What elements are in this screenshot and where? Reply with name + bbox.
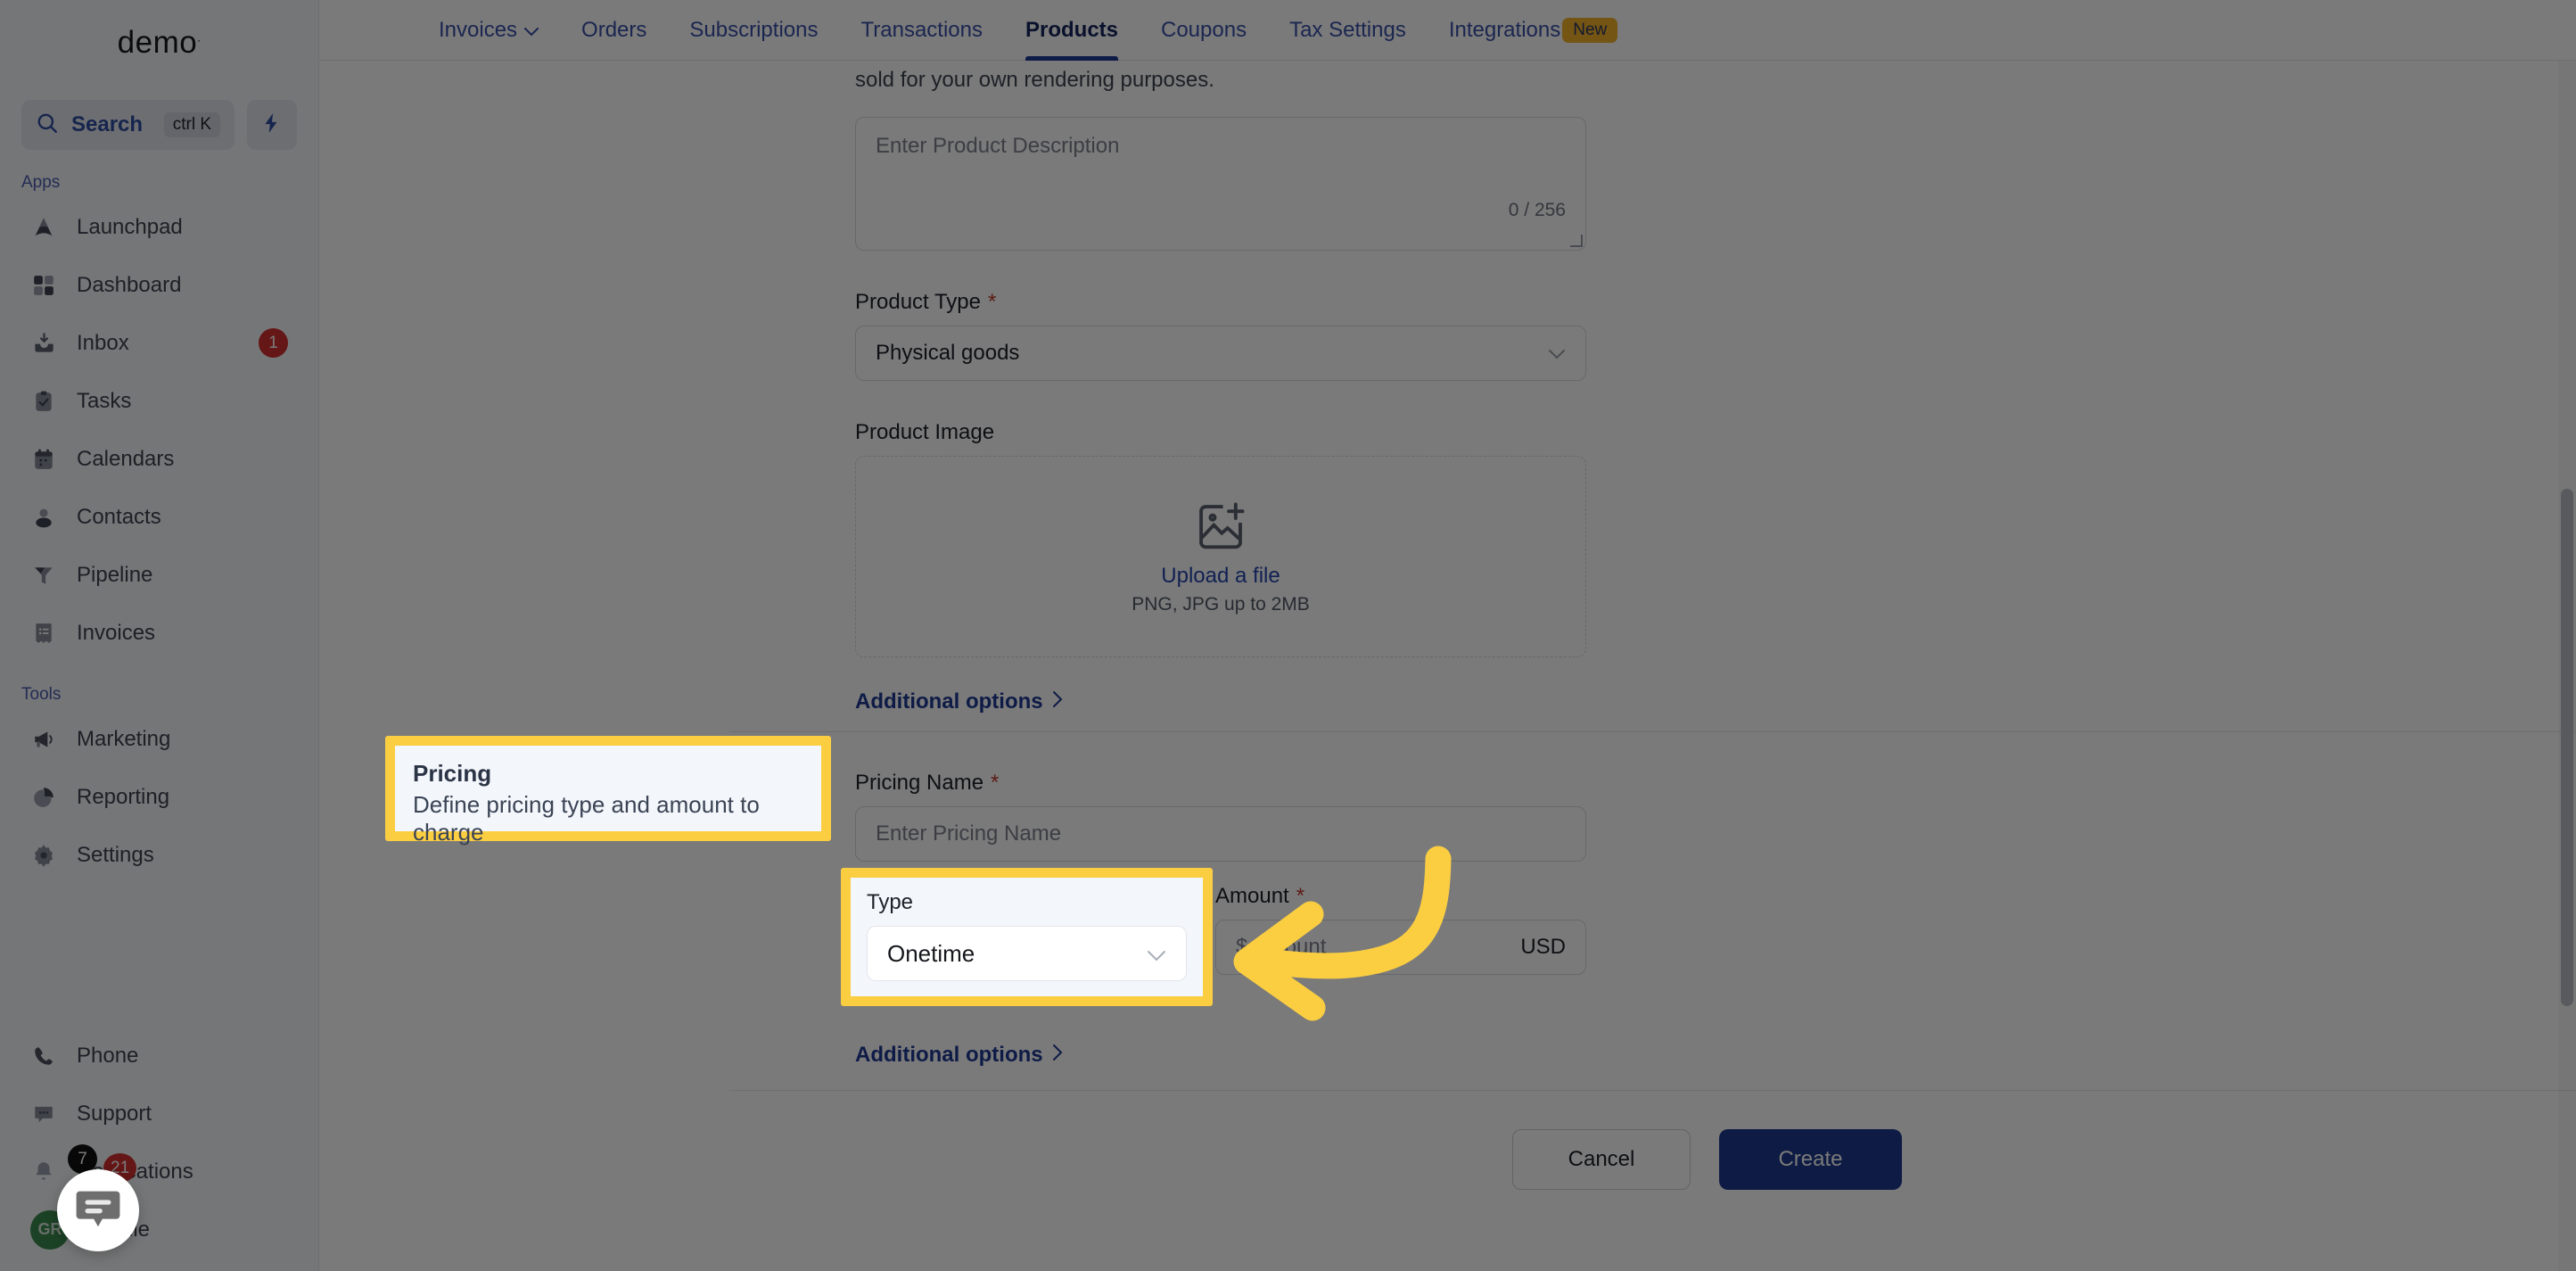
type-field-card: Type Onetime [851,878,1203,996]
type-field-highlight: Type Onetime [841,868,1213,1006]
type-value: Onetime [887,939,975,967]
pricing-section-card: Pricing Define pricing type and amount t… [395,746,821,846]
type-select[interactable]: Onetime [867,926,1187,981]
chat-widget-icon [72,1183,124,1239]
pricing-card-subtitle: Define pricing type and amount to charge [413,791,760,846]
pricing-card-title: Pricing [413,760,492,787]
chat-widget-button[interactable] [57,1169,139,1251]
dim-overlay [0,0,2576,1271]
chevron-down-icon [1147,940,1166,968]
type-label: Type [867,890,914,914]
pricing-section-highlight: Pricing Define pricing type and amount t… [385,736,831,846]
